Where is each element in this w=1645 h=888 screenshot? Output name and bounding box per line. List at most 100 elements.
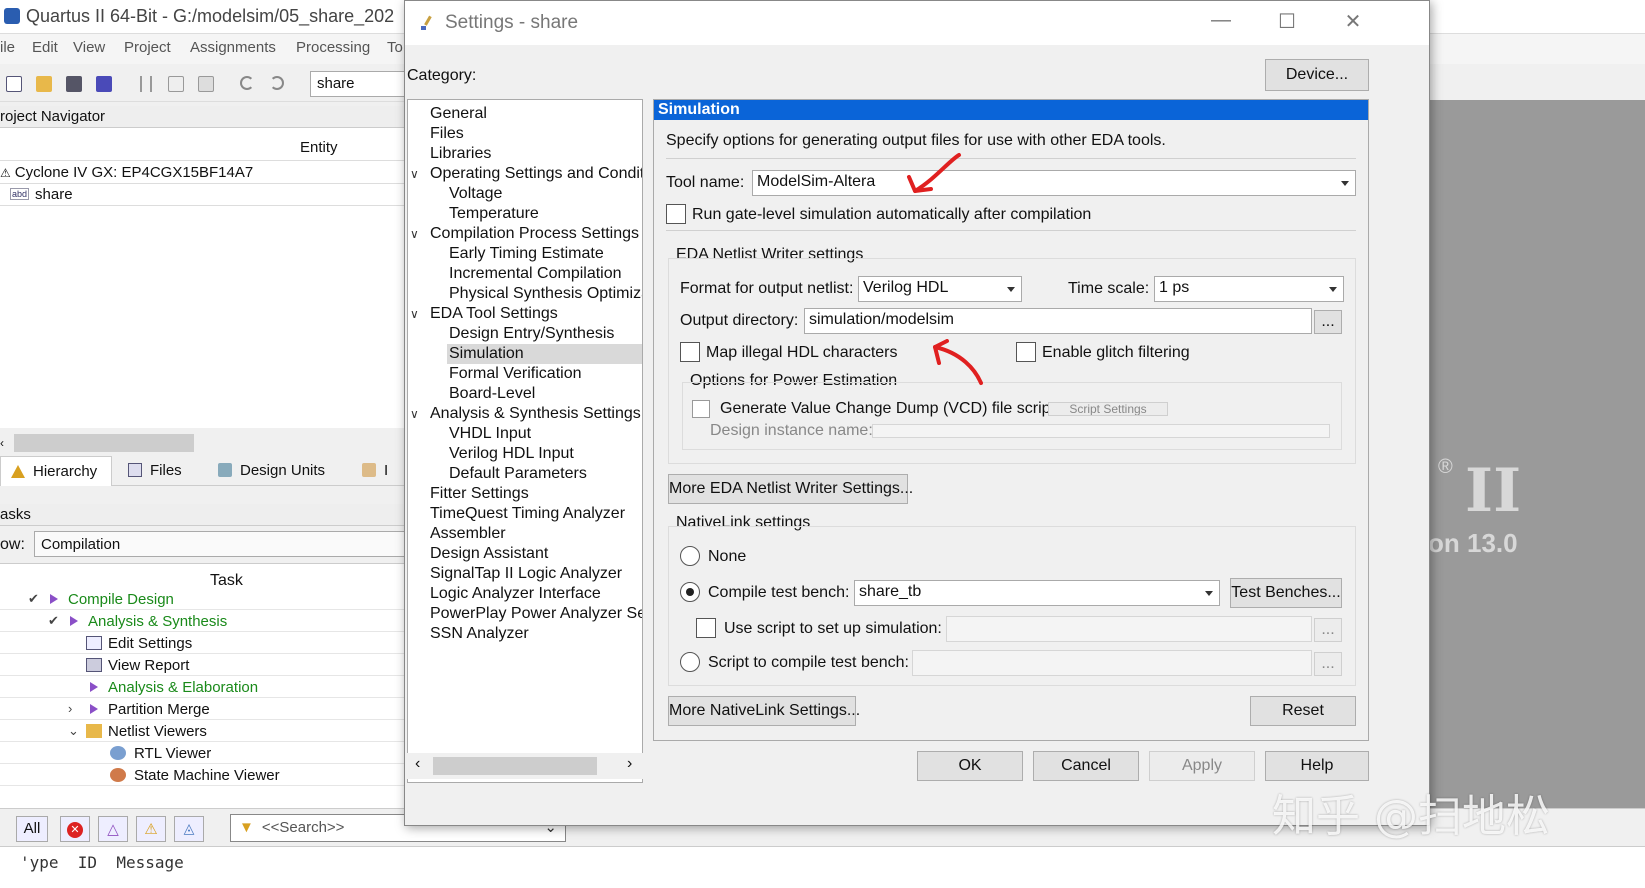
filter-error-button[interactable]: ✕	[60, 816, 90, 842]
apply-button[interactable]: Apply	[1149, 751, 1255, 781]
tool-name-combo[interactable]: ModelSim-Altera	[752, 170, 1356, 196]
task-edit-settings[interactable]: Edit Settings	[0, 632, 410, 654]
chevron-down-icon[interactable]: ∨	[410, 224, 419, 244]
filter-all-button[interactable]: All	[16, 816, 48, 842]
output-dir-input[interactable]: simulation/modelsim	[804, 308, 1312, 334]
top-entity-combo[interactable]: share	[310, 71, 410, 97]
filter-critical-button[interactable]: △	[98, 816, 128, 842]
test-benches-button[interactable]: Test Benches...	[1230, 578, 1342, 608]
browse-use-script-button[interactable]: ...	[1314, 618, 1342, 642]
category-early-timing[interactable]: Early Timing Estimate	[449, 244, 604, 264]
task-partition-merge[interactable]: › Partition Merge	[0, 698, 410, 720]
open-folder-icon[interactable]	[36, 76, 52, 92]
category-default-parameters[interactable]: Default Parameters	[449, 464, 587, 484]
category-incremental[interactable]: Incremental Compilation	[449, 264, 622, 284]
category-design-assistant[interactable]: Design Assistant	[430, 544, 548, 564]
chevron-down-icon[interactable]: ∨	[410, 164, 419, 184]
category-logic-analyzer[interactable]: Logic Analyzer Interface	[430, 584, 601, 604]
navigator-hscrollbar[interactable]: ‹	[0, 432, 410, 454]
category-analysis-synthesis[interactable]: ∨ Analysis & Synthesis Settings	[410, 404, 641, 424]
task-state-machine-viewer[interactable]: State Machine Viewer	[0, 764, 410, 786]
device-button[interactable]: Device...	[1265, 59, 1369, 91]
category-timequest[interactable]: TimeQuest Timing Analyzer	[430, 504, 625, 524]
task-view-report[interactable]: View Report	[0, 654, 410, 676]
design-instance-input[interactable]	[872, 424, 1330, 438]
reset-button[interactable]: Reset	[1250, 696, 1356, 726]
entity-row-share[interactable]: abd share	[10, 186, 73, 203]
menu-project[interactable]: Project	[124, 39, 171, 56]
browse-output-dir-button[interactable]: ...	[1314, 310, 1342, 334]
filter-warning-button[interactable]: ⚠	[136, 816, 166, 842]
category-general[interactable]: General	[430, 104, 487, 124]
flow-combo[interactable]: Compilation	[34, 531, 410, 557]
timescale-combo[interactable]: 1 ps	[1154, 276, 1344, 302]
script-compile-input[interactable]	[912, 650, 1312, 676]
maximize-button[interactable]: ☐	[1267, 9, 1307, 37]
category-compilation-process[interactable]: ∨ Compilation Process Settings	[410, 224, 639, 244]
menu-assignments[interactable]: Assignments	[190, 39, 276, 56]
tab-files[interactable]: Files	[118, 456, 192, 486]
category-vhdl-input[interactable]: VHDL Input	[449, 424, 531, 444]
chevron-down-icon[interactable]: ∨	[410, 404, 419, 424]
none-radio[interactable]	[680, 546, 700, 566]
category-physical-synthesis[interactable]: Physical Synthesis Optimizati	[449, 284, 642, 304]
menu-tools[interactable]: To	[387, 39, 403, 56]
category-fitter[interactable]: Fitter Settings	[430, 484, 529, 504]
category-signaltap[interactable]: SignalTap II Logic Analyzer	[430, 564, 622, 584]
undo-icon[interactable]	[240, 76, 254, 90]
new-file-icon[interactable]	[6, 76, 22, 92]
category-ssn-analyzer[interactable]: SSN Analyzer	[430, 624, 529, 644]
tab-hierarchy[interactable]: Hierarchy	[0, 456, 112, 486]
cut-icon[interactable]	[140, 76, 152, 92]
script-settings-button[interactable]: Script Settings	[1048, 402, 1168, 416]
minimize-button[interactable]: —	[1201, 9, 1241, 37]
category-files[interactable]: Files	[430, 124, 464, 144]
use-script-input[interactable]	[946, 616, 1312, 642]
category-eda-tool-settings[interactable]: ∨ EDA Tool Settings	[410, 304, 558, 324]
menu-view[interactable]: View	[73, 39, 105, 56]
entity-column-header[interactable]: Entity	[300, 139, 338, 156]
save-all-icon[interactable]	[96, 76, 112, 92]
category-formal-verification[interactable]: Formal Verification	[449, 364, 582, 384]
glitch-checkbox[interactable]	[1016, 342, 1036, 362]
category-libraries[interactable]: Libraries	[430, 144, 491, 164]
menu-processing[interactable]: Processing	[296, 39, 370, 56]
compile-test-bench-radio[interactable]	[680, 582, 700, 602]
run-gate-level-checkbox[interactable]	[666, 204, 686, 224]
category-simulation[interactable]: Simulation	[447, 344, 642, 364]
task-analysis-synthesis[interactable]: ✔ Analysis & Synthesis	[0, 610, 410, 632]
scroll-left-icon[interactable]: ‹	[0, 436, 4, 450]
chevron-down-icon[interactable]: ✔	[48, 613, 59, 629]
scroll-thumb[interactable]	[14, 434, 194, 452]
close-button[interactable]: ✕	[1333, 9, 1373, 37]
scroll-left-icon[interactable]: ‹	[415, 755, 420, 773]
category-assembler[interactable]: Assembler	[430, 524, 506, 544]
help-button[interactable]: Help	[1265, 751, 1369, 781]
format-combo[interactable]: Verilog HDL	[858, 276, 1022, 302]
category-board-level[interactable]: Board-Level	[449, 384, 535, 404]
browse-script-compile-button[interactable]: ...	[1314, 652, 1342, 676]
ok-button[interactable]: OK	[917, 751, 1023, 781]
chevron-right-icon[interactable]: ›	[68, 701, 72, 716]
scroll-right-icon[interactable]: ›	[627, 755, 632, 773]
task-netlist-viewers[interactable]: ⌄ Netlist Viewers	[0, 720, 410, 742]
task-analysis-elaboration[interactable]: Analysis & Elaboration	[0, 676, 410, 698]
chevron-down-icon[interactable]: ∨	[410, 304, 419, 324]
script-compile-radio[interactable]	[680, 652, 700, 672]
chevron-down-icon[interactable]: ⌄	[68, 723, 79, 739]
redo-icon[interactable]	[270, 76, 284, 90]
category-voltage[interactable]: Voltage	[449, 184, 502, 204]
category-operating-settings[interactable]: ∨ Operating Settings and Conditic	[410, 164, 642, 184]
menu-edit[interactable]: Edit	[32, 39, 58, 56]
category-hscrollbar[interactable]: ‹ ›	[407, 753, 643, 779]
category-design-entry[interactable]: Design Entry/Synthesis	[449, 324, 614, 344]
filter-info-button[interactable]: ◬	[174, 816, 204, 842]
copy-icon[interactable]	[168, 76, 184, 92]
chevron-down-icon[interactable]: ✔	[28, 591, 39, 607]
device-row[interactable]: ⚠ Cyclone IV GX: EP4CGX15BF14A7	[0, 164, 253, 181]
task-compile-design[interactable]: ✔ Compile Design	[0, 588, 410, 610]
category-verilog-input[interactable]: Verilog HDL Input	[449, 444, 574, 464]
vcd-checkbox[interactable]	[692, 400, 710, 418]
category-temperature[interactable]: Temperature	[449, 204, 539, 224]
category-powerplay[interactable]: PowerPlay Power Analyzer Setti	[430, 604, 642, 624]
